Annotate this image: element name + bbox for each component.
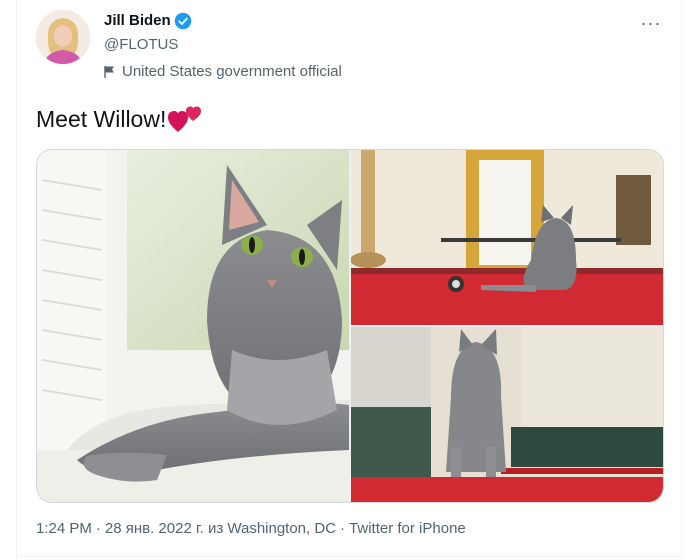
tweet-text-content: Meet Willow! [36,105,167,132]
divider [16,556,680,557]
tweet-time[interactable]: 1:24 PM [36,520,92,537]
two-hearts-icon [168,106,202,132]
government-label-text: United States government official [122,63,342,80]
meta-separator: · [95,520,101,537]
profile-avatar[interactable] [36,10,90,64]
meta-separator: · [340,520,346,537]
photo-cat-red-room[interactable] [351,150,663,325]
tweet-date-location[interactable]: 28 янв. 2022 г. из Washington, DC [105,520,336,537]
tweet-text: Meet Willow! [36,104,204,134]
government-label: United States government official [104,63,342,80]
tweet-meta: 1:24 PM · 28 янв. 2022 г. из Washington,… [36,520,466,537]
photo-cat-hallway[interactable] [351,327,663,502]
author-handle[interactable]: @FLOTUS [104,36,178,53]
photo-cat-windowsill[interactable] [37,150,349,502]
more-horizontal-icon: ··· [640,12,662,33]
media-grid [36,149,664,503]
author-name[interactable]: Jill Biden [104,12,171,29]
tweet-source[interactable]: Twitter for iPhone [349,520,466,537]
flag-icon [104,65,114,78]
more-options-button[interactable]: ··· [638,10,664,36]
cat-windowsill-image [37,150,349,502]
cat-hallway-image [351,327,663,502]
avatar-portrait-icon [36,10,90,64]
cat-red-room-image [351,150,663,325]
verified-badge-icon [174,12,192,30]
